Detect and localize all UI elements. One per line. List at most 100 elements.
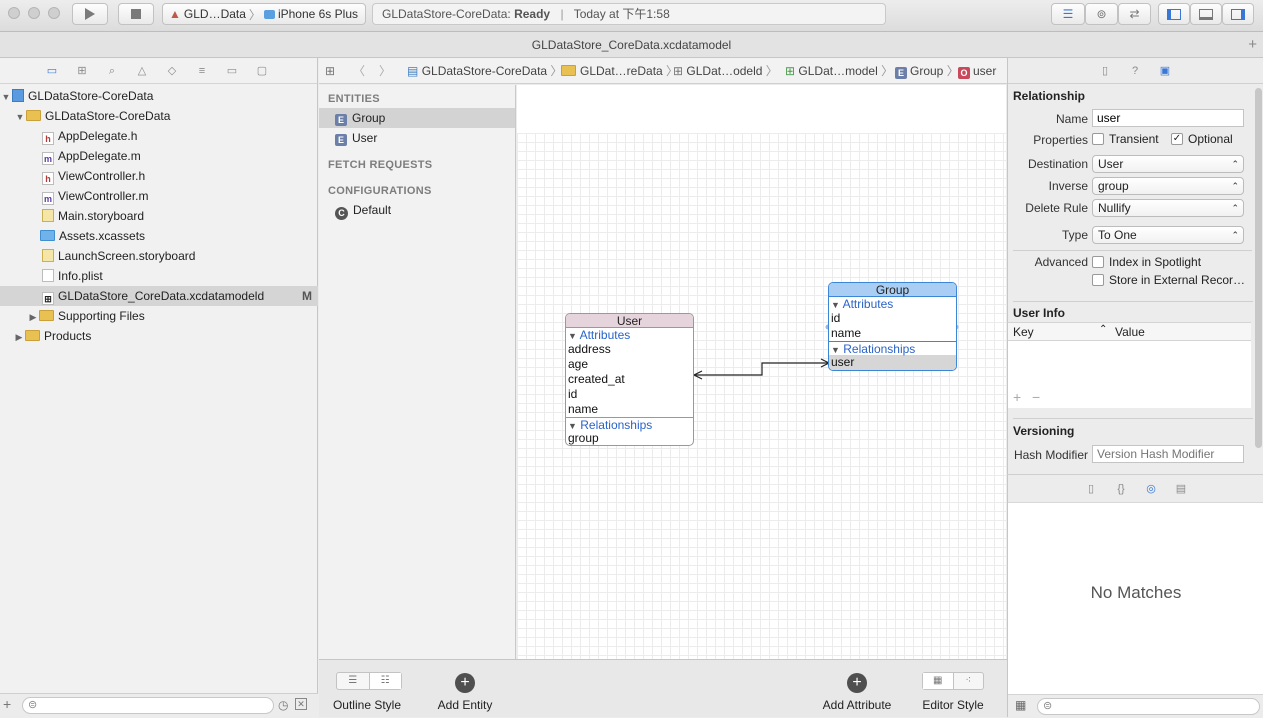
relationship-row[interactable]: group	[566, 431, 693, 445]
tree-item-group-folder[interactable]: ▼ GLDataStore-CoreData	[0, 106, 318, 126]
zoom-window-button[interactable]	[48, 7, 60, 19]
related-items-icon[interactable]: ⊞	[325, 58, 335, 84]
attribute-row[interactable]: created_at	[566, 372, 693, 387]
inspector-scrollbar[interactable]	[1255, 88, 1262, 448]
crumb-modeld[interactable]: ⊞ GLDat…odeld 〉	[673, 58, 778, 84]
tree-item-viewcontroller-h[interactable]: h ViewController.h	[0, 166, 318, 186]
crumb-folder[interactable]: GLDat…reData 〉	[561, 58, 678, 84]
outline-entity-user[interactable]: E User	[319, 128, 515, 148]
crumb-relationship[interactable]: Ouser	[958, 58, 996, 84]
forward-icon[interactable]: 〉	[379, 58, 391, 84]
disclosure-open-icon[interactable]: ▼	[0, 87, 12, 107]
tree-item-project[interactable]: ▼ GLDataStore-CoreData	[0, 86, 318, 106]
crumb-model[interactable]: ⊞ GLDat…model 〉	[785, 58, 893, 84]
close-window-button[interactable]	[8, 7, 20, 19]
graph-icon[interactable]: ⁖	[954, 673, 984, 689]
folder-icon[interactable]: ▭	[45, 64, 59, 78]
library-filter-input[interactable]: ⊜	[1037, 698, 1260, 715]
tree-item-appdelegate-h[interactable]: h AppDelegate.h	[0, 126, 318, 146]
model-inspector-icon[interactable]: ▣	[1158, 64, 1172, 78]
attribute-row[interactable]: id	[829, 311, 956, 326]
relationship-row-selected[interactable]: user	[829, 355, 956, 370]
attribute-row[interactable]: id	[566, 387, 693, 402]
assistant-editor-button[interactable]: ⊚	[1085, 3, 1118, 25]
grid-view-icon[interactable]: ▦	[1015, 698, 1026, 712]
warning-icon[interactable]: △	[135, 64, 149, 78]
navigator-filter-input[interactable]: ⊜	[22, 697, 274, 714]
crumb-entity[interactable]: E Group 〉	[895, 58, 959, 84]
test-icon[interactable]: ◇	[165, 64, 179, 78]
name-field[interactable]	[1092, 109, 1244, 127]
key-column-header[interactable]: Key	[1013, 325, 1034, 339]
add-tab-icon[interactable]: +	[1248, 32, 1257, 58]
hierarchy-icon[interactable]: ⊞	[75, 64, 89, 78]
scheme-selector[interactable]: ▲ GLD…Data 〉 iPhone 6s Plus	[162, 3, 366, 25]
tree-item-datamodel[interactable]: ⊞ GLDataStore_CoreData.xcdatamodeld M	[0, 286, 318, 306]
version-editor-button[interactable]: ⇄	[1118, 3, 1151, 25]
inverse-popup[interactable]: group	[1092, 177, 1244, 195]
media-library-icon[interactable]: ▤	[1174, 482, 1188, 496]
relationships-section[interactable]: ▼ Relationships	[829, 341, 956, 356]
list-icon[interactable]: ☰	[337, 673, 370, 689]
entity-user-box[interactable]: User ▼ Attributes address age created_at…	[565, 313, 694, 446]
disclosure-closed-icon[interactable]: ▶	[13, 327, 25, 347]
add-attribute-button[interactable]: +	[847, 673, 867, 693]
report-icon[interactable]: ▢	[255, 64, 269, 78]
tree-item-main-storyboard[interactable]: Main.storyboard	[0, 206, 318, 226]
file-inspector-icon[interactable]: ▯	[1098, 64, 1112, 78]
tab-title[interactable]: GLDataStore_CoreData.xcdatamodel	[532, 38, 731, 52]
file-template-icon[interactable]: ▯	[1084, 482, 1098, 496]
optional-checkbox[interactable]: ✓	[1171, 133, 1183, 145]
tree-item-appdelegate-m[interactable]: m AppDelegate.m	[0, 146, 318, 166]
tree-item-launchscreen[interactable]: LaunchScreen.storyboard	[0, 246, 318, 266]
outline-entity-group[interactable]: E Group	[319, 108, 515, 128]
standard-editor-button[interactable]: ☰	[1051, 3, 1085, 25]
add-icon[interactable]: +	[3, 696, 11, 712]
stop-button[interactable]	[118, 3, 154, 25]
value-column-header[interactable]: Value	[1115, 325, 1145, 339]
attribute-row[interactable]: address	[566, 342, 693, 357]
table-icon[interactable]: ▦	[923, 673, 954, 689]
disclosure-open-icon[interactable]: ▼	[14, 107, 26, 127]
search-icon[interactable]: ⌕	[105, 64, 119, 78]
transient-checkbox[interactable]	[1092, 133, 1104, 145]
outline-configuration-default[interactable]: C Default	[319, 200, 515, 220]
disclosure-closed-icon[interactable]: ▶	[27, 307, 39, 327]
breakpoint-icon[interactable]: ▭	[225, 64, 239, 78]
minimize-window-button[interactable]	[28, 7, 40, 19]
tree-item-assets[interactable]: Assets.xcassets	[0, 226, 318, 246]
crumb-project[interactable]: ▤ GLDataStore-CoreData 〉	[407, 58, 562, 84]
attribute-row[interactable]: age	[566, 357, 693, 372]
attributes-section[interactable]: ▼ Attributes	[566, 328, 693, 342]
toggle-navigator-button[interactable]	[1158, 3, 1190, 25]
relationships-section[interactable]: ▼ Relationships	[566, 417, 693, 432]
outline-style-control[interactable]: ☰ ☷	[336, 672, 402, 690]
toggle-debug-button[interactable]	[1190, 3, 1222, 25]
editor-style-control[interactable]: ▦ ⁖	[922, 672, 984, 690]
type-popup[interactable]: To One	[1092, 226, 1244, 244]
entity-group-box[interactable]: Group ▼ Attributes id name ▼ Relationshi…	[828, 282, 957, 371]
tree-item-viewcontroller-m[interactable]: m ViewController.m	[0, 186, 318, 206]
tree-item-supporting-files[interactable]: ▶ Supporting Files	[0, 306, 318, 326]
spotlight-checkbox[interactable]	[1092, 256, 1104, 268]
hash-modifier-field[interactable]	[1092, 445, 1244, 463]
attribute-row[interactable]: name	[829, 326, 956, 341]
toggle-utilities-button[interactable]	[1222, 3, 1254, 25]
user-info-table[interactable]: Key ⌃ Value + −	[1008, 322, 1251, 408]
delete-rule-popup[interactable]: Nullify	[1092, 199, 1244, 217]
debug-icon[interactable]: ≡	[195, 64, 209, 78]
object-library-icon[interactable]: ◎	[1144, 482, 1158, 496]
add-entity-button[interactable]: +	[455, 673, 475, 693]
back-icon[interactable]: 〈	[353, 58, 365, 84]
quick-help-icon[interactable]: ?	[1128, 64, 1142, 78]
diagram-canvas[interactable]: User ▼ Attributes address age created_at…	[517, 85, 1006, 659]
attribute-row[interactable]: name	[566, 402, 693, 417]
add-entry-icon[interactable]: +	[1013, 389, 1021, 405]
tree-item-info-plist[interactable]: Info.plist	[0, 266, 318, 286]
destination-popup[interactable]: User	[1092, 155, 1244, 173]
modified-files-icon[interactable]: ✕	[295, 698, 307, 710]
code-snippet-icon[interactable]: {}	[1114, 482, 1128, 496]
remove-entry-icon[interactable]: −	[1032, 389, 1040, 405]
run-button[interactable]	[72, 3, 108, 25]
attributes-section[interactable]: ▼ Attributes	[829, 297, 956, 311]
